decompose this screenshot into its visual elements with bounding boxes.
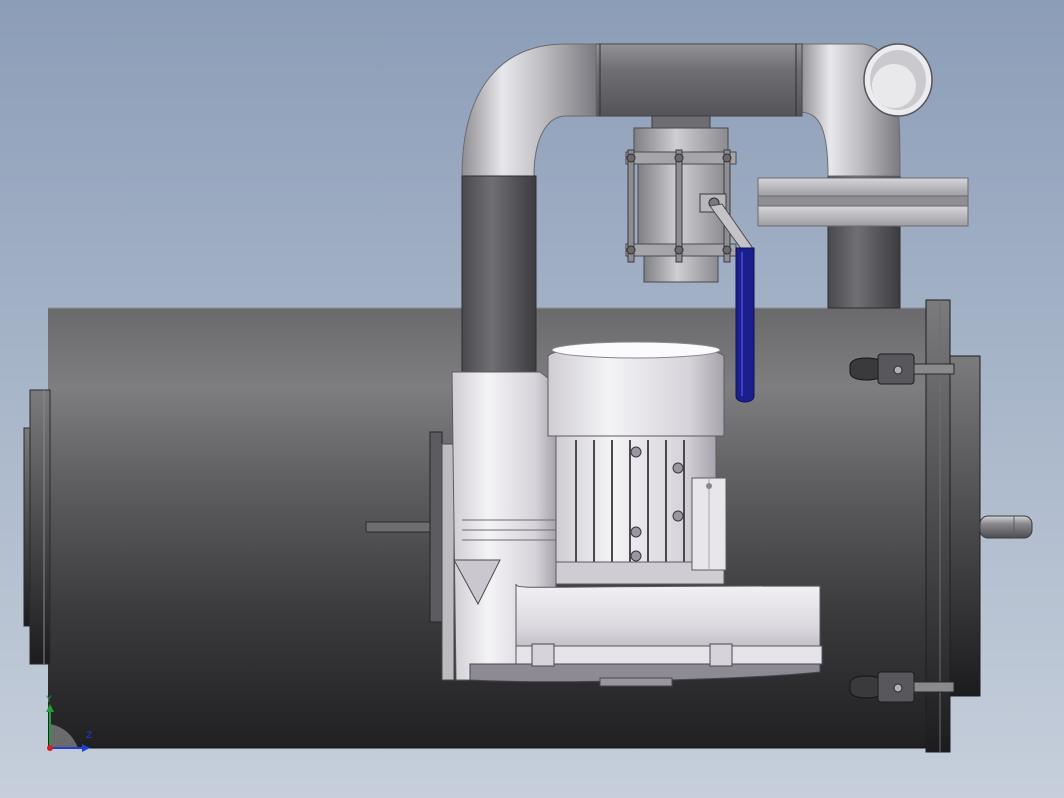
triad-y-label: Y [46,695,52,705]
pipe-horizontal-run[interactable] [593,43,803,117]
inlet-pipe-vertical[interactable] [461,175,537,373]
triad-origin [47,745,53,751]
left-end-cap[interactable] [23,389,51,665]
motor-terminal-box[interactable] [691,477,727,571]
ball-valve[interactable] [625,115,737,283]
pipe-elbow-left[interactable] [461,43,597,177]
rear-nozzle[interactable] [979,515,1033,539]
pipe-outlet-opening[interactable] [863,43,933,117]
cad-viewport[interactable]: Y Z [0,0,1064,798]
triad-z-label: Z [86,731,93,741]
pipe-flange-pair[interactable] [757,177,969,227]
model-graphics[interactable] [0,0,1064,798]
